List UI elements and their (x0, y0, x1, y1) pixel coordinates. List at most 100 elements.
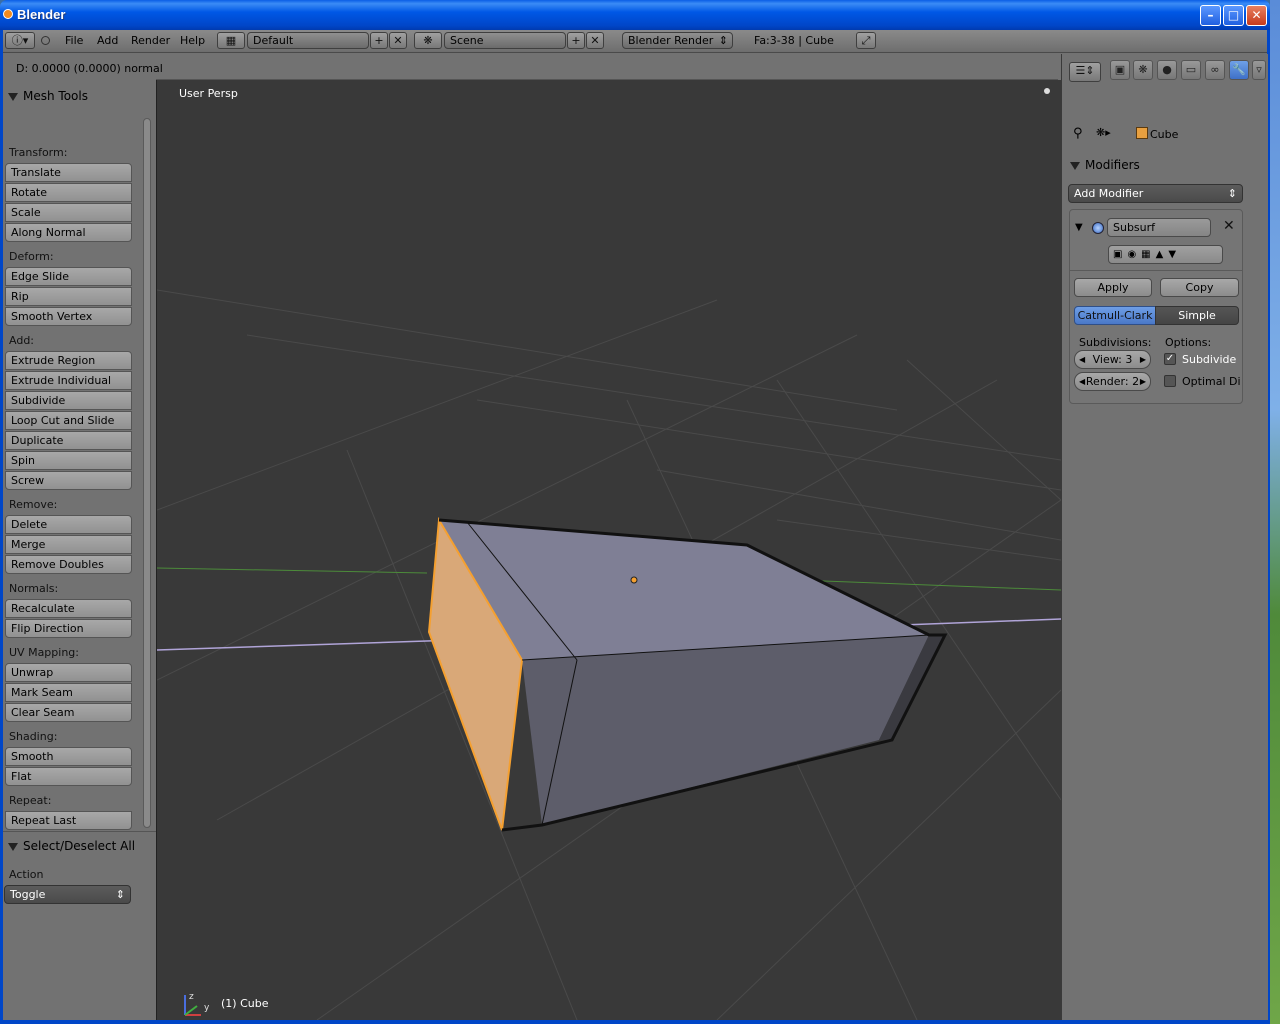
menu-add[interactable]: Add (97, 34, 118, 47)
add-layout-button[interactable]: + (370, 32, 388, 49)
menu-file[interactable]: File (65, 34, 83, 47)
tool-button-mark-seam[interactable]: Mark Seam (5, 683, 132, 702)
remove-layout-button[interactable]: ✕ (389, 32, 407, 49)
subsurf-modifier-box: ▼ Subsurf ✕ ▣◉▦▲▼ Apply Copy Catmull-Cla… (1069, 209, 1243, 404)
remove-scene-button[interactable]: ✕ (586, 32, 604, 49)
view-levels-field[interactable]: ◀ View: 3 ▶ (1074, 350, 1151, 369)
pin-icon[interactable]: ⚲ (1073, 126, 1083, 141)
side-face (522, 635, 929, 825)
group-label: UV Mapping: (9, 646, 79, 659)
world-tab-icon[interactable]: ● (1157, 60, 1177, 80)
tool-button-extrude-region[interactable]: Extrude Region (5, 351, 132, 370)
object-tab-icon[interactable]: ▭ (1181, 60, 1201, 80)
tool-button-subdivide[interactable]: Subdivide (5, 391, 132, 410)
action-label: Action (9, 868, 44, 881)
optimal-display-label: Optimal Di (1182, 375, 1241, 388)
blender-app: ⓘ▾ File Add Render Help ▦ Default + ✕ ❋ … (3, 30, 1268, 1020)
scene-tab-icon[interactable]: ❋ (1133, 60, 1153, 80)
render-levels-field[interactable]: ◀ Render: 2 ▶ (1074, 372, 1151, 391)
catmull-clark-option[interactable]: Catmull-Clark (1074, 306, 1156, 325)
tool-button-smooth[interactable]: Smooth (5, 747, 132, 766)
increment-arrow-icon[interactable]: ▶ (1140, 373, 1146, 390)
action-select[interactable]: Toggle ⇕ (4, 885, 131, 904)
updown-arrows-icon: ⇕ (1227, 187, 1237, 200)
screen-layout-icon[interactable]: ▦ (217, 32, 245, 49)
editor-type-icon[interactable]: ☰⇕ (1069, 62, 1101, 82)
subdivide-uvs-label: Subdivide (1182, 353, 1237, 366)
tool-button-screw[interactable]: Screw (5, 471, 132, 490)
optimal-display-checkbox[interactable] (1164, 375, 1176, 387)
menu-render[interactable]: Render (131, 34, 170, 47)
tool-button-rip[interactable]: Rip (5, 287, 132, 306)
render-engine-select[interactable]: Blender Render ⇕ (622, 32, 733, 49)
y-axis-line (157, 567, 428, 574)
group-label: Add: (9, 334, 35, 347)
editor-type-icon[interactable]: ⓘ▾ (5, 32, 35, 49)
cube-mesh[interactable] (427, 516, 948, 832)
tool-button-clear-seam[interactable]: Clear Seam (5, 703, 132, 722)
tool-button-rotate[interactable]: Rotate (5, 183, 132, 202)
tool-button-edge-slide[interactable]: Edge Slide (5, 267, 132, 286)
maximize-button[interactable]: □ (1223, 5, 1244, 26)
tool-button-duplicate[interactable]: Duplicate (5, 431, 132, 450)
modifier-display-toggles[interactable]: ▣◉▦▲▼ (1108, 245, 1223, 264)
window-titlebar[interactable]: Blender – □ ✕ (0, 0, 1270, 30)
window-title: Blender (17, 7, 66, 22)
collapse-menu-icon[interactable] (41, 36, 50, 45)
menu-help[interactable]: Help (180, 34, 205, 47)
toolshelf-scrollbar[interactable] (143, 118, 151, 828)
operator-status-text: D: 0.0000 (0.0000) normal (16, 62, 163, 75)
remove-modifier-icon[interactable]: ✕ (1223, 218, 1235, 234)
tool-button-translate[interactable]: Translate (5, 163, 132, 182)
tool-button-scale[interactable]: Scale (5, 203, 132, 222)
modifier-name-field[interactable]: Subsurf (1107, 218, 1211, 237)
desktop-background (1270, 0, 1280, 1024)
tool-button-repeat-last[interactable]: Repeat Last (5, 811, 132, 830)
tool-button-smooth-vertex[interactable]: Smooth Vertex (5, 307, 132, 326)
tool-button-along-normal[interactable]: Along Normal (5, 223, 132, 242)
increment-arrow-icon[interactable]: ▶ (1140, 351, 1146, 368)
simple-option[interactable]: Simple (1155, 306, 1239, 325)
options-label: Options: (1165, 336, 1212, 349)
scene-icon[interactable]: ❋ (414, 32, 442, 49)
more-tabs-icon[interactable]: ▿ (1252, 60, 1266, 80)
collapse-triangle-icon (8, 92, 18, 101)
modifiers-panel-header[interactable]: Modifiers (1070, 158, 1140, 172)
add-modifier-select[interactable]: Add Modifier ⇕ (1068, 184, 1243, 203)
properties-editor: ☰⇕ ▣ ❋ ● ▭ ∞ 🔧 ▿ ⚲ ❋▸ Cube Modifiers Add… (1061, 54, 1268, 1020)
render-tab-icon[interactable]: ▣ (1110, 60, 1130, 80)
tool-button-recalculate[interactable]: Recalculate (5, 599, 132, 618)
tool-button-extrude-individual[interactable]: Extrude Individual (5, 371, 132, 390)
fullscreen-icon[interactable]: ⤢ (856, 32, 876, 49)
scene-field[interactable]: Scene (444, 32, 566, 49)
group-label: Deform: (9, 250, 54, 263)
select-deselect-header[interactable]: Select/Deselect All (8, 839, 135, 853)
expand-triangle-icon[interactable]: ▼ (1075, 222, 1083, 233)
decrement-arrow-icon[interactable]: ◀ (1079, 373, 1085, 390)
apply-button[interactable]: Apply (1074, 278, 1152, 297)
3d-viewport[interactable]: User Persp y z (1) Cube (156, 80, 1061, 1020)
tool-button-spin[interactable]: Spin (5, 451, 132, 470)
constraints-tab-icon[interactable]: ∞ (1205, 60, 1225, 80)
panel-divider (3, 831, 156, 832)
decrement-arrow-icon[interactable]: ◀ (1079, 351, 1085, 368)
x-axis-line (901, 618, 1061, 626)
close-window-button[interactable]: ✕ (1246, 5, 1267, 26)
tool-button-flip-direction[interactable]: Flip Direction (5, 619, 132, 638)
tool-button-remove-doubles[interactable]: Remove Doubles (5, 555, 132, 574)
subdivide-uvs-checkbox[interactable]: ✓ (1164, 353, 1176, 365)
tool-button-flat[interactable]: Flat (5, 767, 132, 786)
mesh-tools-header[interactable]: Mesh Tools (8, 89, 88, 103)
tool-button-loop-cut-and-slide[interactable]: Loop Cut and Slide (5, 411, 132, 430)
copy-button[interactable]: Copy (1160, 278, 1239, 297)
minimize-button[interactable]: – (1200, 5, 1221, 26)
add-scene-button[interactable]: + (567, 32, 585, 49)
updown-arrows-icon: ⇕ (115, 888, 125, 901)
tool-button-merge[interactable]: Merge (5, 535, 132, 554)
tool-button-delete[interactable]: Delete (5, 515, 132, 534)
object-origin[interactable] (630, 576, 638, 584)
tool-button-unwrap[interactable]: Unwrap (5, 663, 132, 682)
operator-status-bar: D: 0.0000 (0.0000) normal (3, 55, 1058, 80)
modifiers-tab-icon[interactable]: 🔧 (1229, 60, 1249, 80)
layout-field[interactable]: Default (247, 32, 369, 49)
